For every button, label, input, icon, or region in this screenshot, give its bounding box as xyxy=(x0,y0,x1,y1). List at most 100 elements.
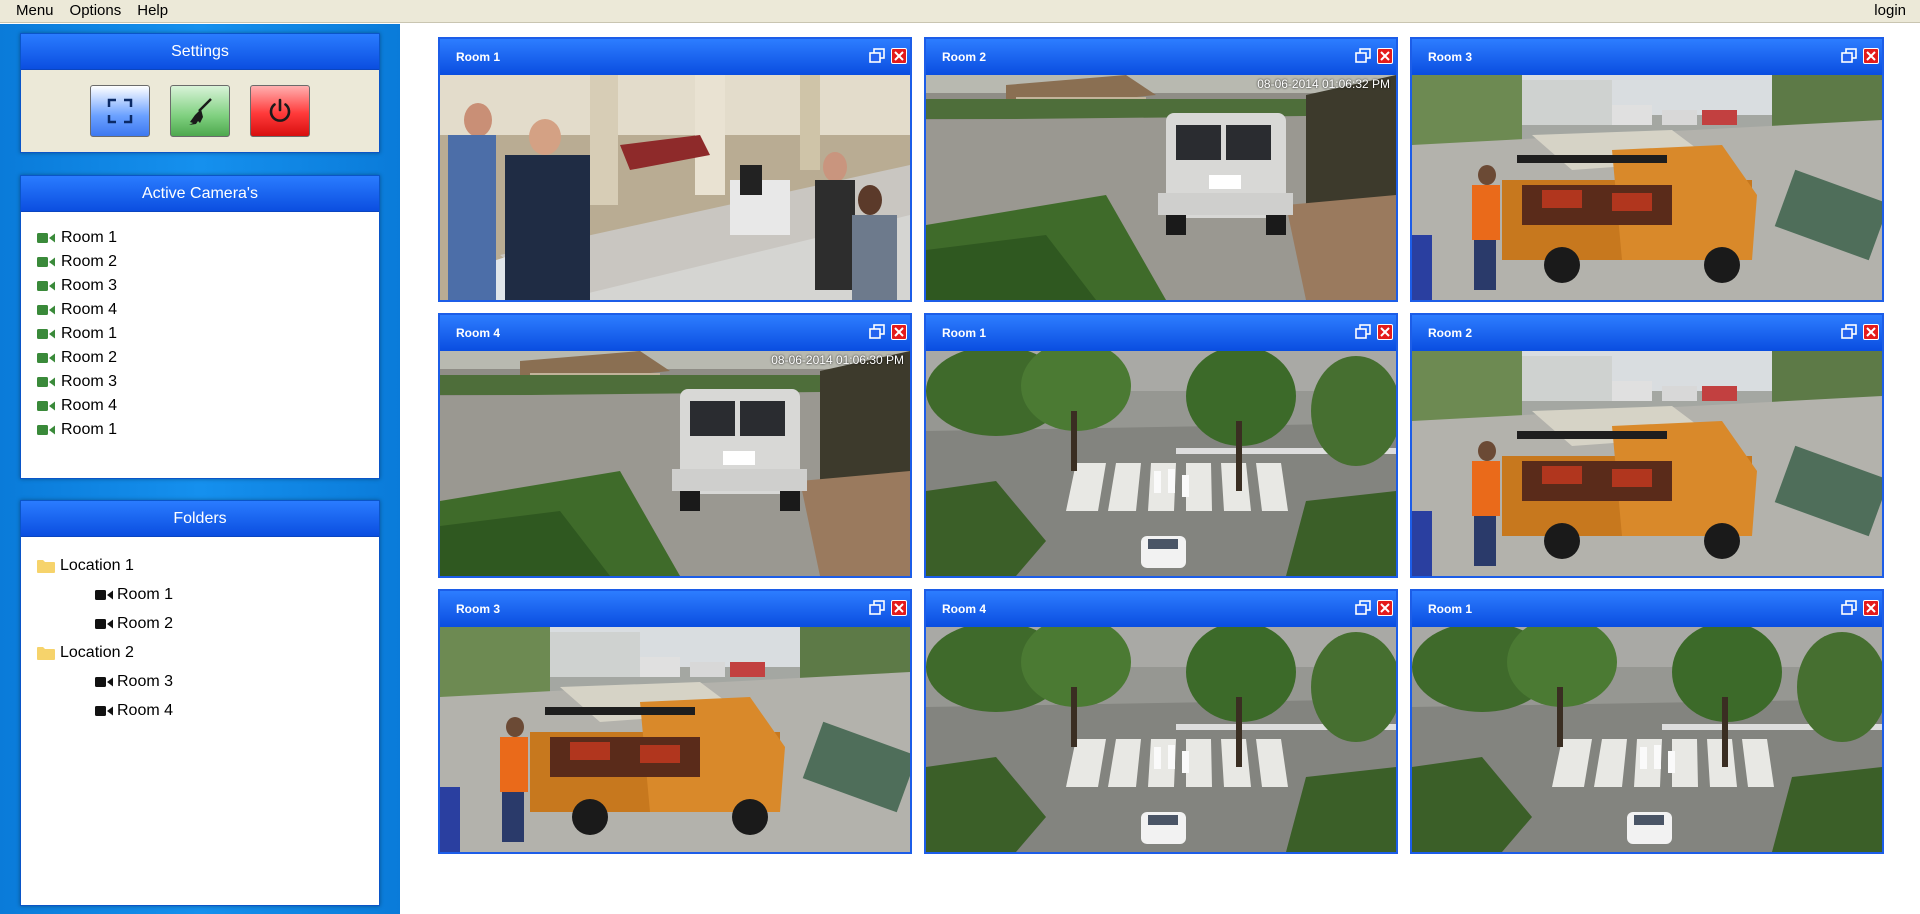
camera-tile-header[interactable]: Room 2 xyxy=(926,39,1396,75)
close-icon[interactable] xyxy=(1377,600,1393,616)
active-camera-item[interactable]: Room 4 xyxy=(37,394,379,418)
fullscreen-icon xyxy=(107,98,133,124)
camera-feed[interactable]: 08-06-2014 01:06:30 PM xyxy=(440,351,910,576)
camera-tile-header[interactable]: Room 3 xyxy=(440,591,910,627)
camera-tile-header[interactable]: Room 2 xyxy=(1412,315,1882,351)
tree-room-item[interactable]: Room 3 xyxy=(37,667,379,696)
camera-tile-controls xyxy=(1841,600,1879,616)
folders-panel: Folders Location 1 Room 1 Room 2 Locatio… xyxy=(20,500,380,906)
camera-tile-controls xyxy=(1841,48,1879,64)
menu-help[interactable]: Help xyxy=(129,0,176,22)
camera-feed[interactable] xyxy=(440,75,910,300)
camera-tile[interactable]: Room 4 08-06-2014 01:06:30 PM xyxy=(438,313,912,578)
active-camera-label: Room 2 xyxy=(61,349,118,366)
camera-tile-header[interactable]: Room 1 xyxy=(1412,591,1882,627)
restore-window-icon[interactable] xyxy=(1355,324,1371,340)
camera-tile-title: Room 4 xyxy=(456,326,501,340)
active-camera-label: Room 1 xyxy=(61,325,118,342)
camera-tile[interactable]: Room 1 xyxy=(438,37,912,302)
camera-tile[interactable]: Room 1 xyxy=(1410,589,1884,854)
close-icon[interactable] xyxy=(891,324,907,340)
tree-room-item[interactable]: Room 2 xyxy=(37,609,379,638)
camera-feed[interactable] xyxy=(440,627,910,852)
camera-tile-controls xyxy=(1355,48,1393,64)
login-link[interactable]: login xyxy=(1866,0,1920,22)
camera-tile-title: Room 4 xyxy=(942,602,987,616)
camera-feed[interactable]: 08-06-2014 01:06:32 PM xyxy=(926,75,1396,300)
camera-tile[interactable]: Room 3 xyxy=(1410,37,1884,302)
video-camera-icon xyxy=(95,589,113,600)
active-camera-item[interactable]: Room 1 xyxy=(37,226,379,250)
camera-tile-title: Room 3 xyxy=(1428,50,1473,64)
restore-window-icon[interactable] xyxy=(869,324,885,340)
close-icon[interactable] xyxy=(1863,48,1879,64)
camera-timestamp: 08-06-2014 01:06:32 PM xyxy=(1257,77,1390,91)
folder-icon xyxy=(37,559,55,573)
folders-tree: Location 1 Room 1 Room 2 Location 2 Room… xyxy=(21,537,379,725)
power-icon xyxy=(269,98,291,122)
camera-tile-header[interactable]: Room 1 xyxy=(440,39,910,75)
folder-location-2[interactable]: Location 2 xyxy=(37,638,379,667)
active-camera-item[interactable]: Room 1 xyxy=(37,322,379,346)
close-icon[interactable] xyxy=(1863,324,1879,340)
camera-tile-header[interactable]: Room 4 xyxy=(440,315,910,351)
camera-feed[interactable] xyxy=(1412,351,1882,576)
camera-feed[interactable] xyxy=(926,627,1396,852)
close-icon[interactable] xyxy=(891,48,907,64)
camera-tile-header[interactable]: Room 3 xyxy=(1412,39,1882,75)
camera-tile-title: Room 2 xyxy=(1428,326,1473,340)
camera-tile[interactable]: Room 1 xyxy=(924,313,1398,578)
active-camera-label: Room 2 xyxy=(61,253,118,270)
camera-feed[interactable] xyxy=(926,351,1396,576)
broom-icon xyxy=(189,98,212,125)
restore-window-icon[interactable] xyxy=(1355,48,1371,64)
close-icon[interactable] xyxy=(1377,48,1393,64)
folder-location-1[interactable]: Location 1 xyxy=(37,551,379,580)
power-button[interactable] xyxy=(250,85,310,137)
camera-tile[interactable]: Room 4 xyxy=(924,589,1398,854)
menu-menu[interactable]: Menu xyxy=(0,0,62,22)
restore-window-icon[interactable] xyxy=(869,48,885,64)
active-camera-item[interactable]: Room 1 xyxy=(37,418,379,442)
settings-buttons xyxy=(21,70,379,152)
camera-tile[interactable]: Room 2 08-06-2014 01:06:32 PM xyxy=(924,37,1398,302)
active-camera-label: Room 4 xyxy=(61,397,118,414)
restore-window-icon[interactable] xyxy=(869,600,885,616)
fullscreen-button[interactable] xyxy=(90,85,150,137)
video-camera-icon xyxy=(37,305,55,315)
active-camera-item[interactable]: Room 2 xyxy=(37,346,379,370)
camera-tile-controls xyxy=(869,324,907,340)
close-icon[interactable] xyxy=(1863,600,1879,616)
tree-room-item[interactable]: Room 1 xyxy=(37,580,379,609)
folder-label: Location 1 xyxy=(60,556,134,574)
settings-title: Settings xyxy=(21,34,379,70)
restore-window-icon[interactable] xyxy=(1355,600,1371,616)
menu-bar: Menu Options Help login xyxy=(0,0,1920,23)
clean-button[interactable] xyxy=(170,85,230,137)
active-cameras-title: Active Camera's xyxy=(21,176,379,212)
active-camera-item[interactable]: Room 2 xyxy=(37,250,379,274)
menu-options[interactable]: Options xyxy=(62,0,130,22)
tree-room-item[interactable]: Room 4 xyxy=(37,696,379,725)
video-camera-icon xyxy=(37,353,55,363)
active-camera-item[interactable]: Room 4 xyxy=(37,298,379,322)
video-camera-icon xyxy=(37,281,55,291)
camera-feed[interactable] xyxy=(1412,627,1882,852)
video-camera-icon xyxy=(37,425,55,435)
restore-window-icon[interactable] xyxy=(1841,48,1857,64)
active-cameras-list: Room 1 Room 2 Room 3 Room 4 Room 1 Room … xyxy=(21,212,379,442)
active-camera-item[interactable]: Room 3 xyxy=(37,274,379,298)
camera-tile-header[interactable]: Room 4 xyxy=(926,591,1396,627)
close-icon[interactable] xyxy=(1377,324,1393,340)
close-icon[interactable] xyxy=(891,600,907,616)
camera-tile[interactable]: Room 3 xyxy=(438,589,912,854)
restore-window-icon[interactable] xyxy=(1841,324,1857,340)
active-camera-item[interactable]: Room 3 xyxy=(37,370,379,394)
camera-tile[interactable]: Room 2 xyxy=(1410,313,1884,578)
restore-window-icon[interactable] xyxy=(1841,600,1857,616)
folder-icon xyxy=(37,646,55,660)
camera-tile-header[interactable]: Room 1 xyxy=(926,315,1396,351)
camera-tile-title: Room 1 xyxy=(1428,602,1473,616)
tree-room-label: Room 1 xyxy=(117,585,174,603)
camera-feed[interactable] xyxy=(1412,75,1882,300)
